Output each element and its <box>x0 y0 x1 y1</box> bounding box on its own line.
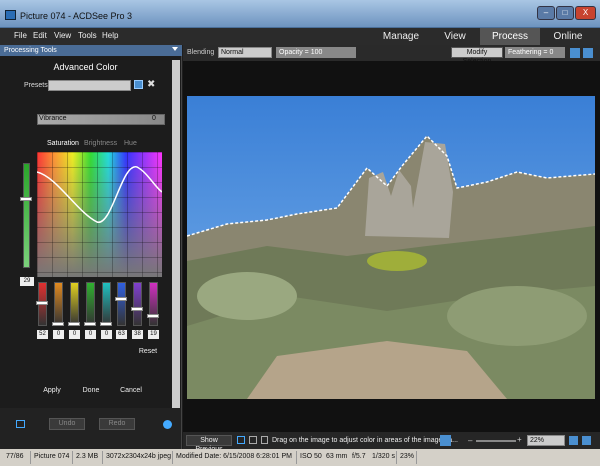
tab-hue[interactable]: Hue <box>124 140 137 147</box>
status-shutter: 1/320 s <box>372 453 395 460</box>
channel-knob-2[interactable] <box>68 322 80 326</box>
channel-slider-4[interactable] <box>102 282 111 326</box>
panel-options-icon[interactable] <box>16 420 25 428</box>
mode-view[interactable]: View <box>430 28 480 45</box>
status-filename: Picture 074 <box>34 453 70 460</box>
status-filesize: 2.3 MB <box>76 453 99 460</box>
channel-knob-6[interactable] <box>131 307 143 311</box>
reset-button[interactable]: Reset <box>133 347 163 358</box>
window-title: Picture 074 - ACDSee Pro 3 <box>20 11 133 21</box>
menu-help[interactable]: Help <box>102 31 118 40</box>
hand-icon[interactable] <box>261 436 268 444</box>
cancel-button[interactable]: Cancel <box>114 386 148 397</box>
vibrance-label: Vibrance <box>39 115 67 122</box>
zoom-out-icon[interactable]: – <box>468 436 472 445</box>
channel-slider-1[interactable] <box>54 282 63 326</box>
menu-edit[interactable]: Edit <box>33 31 47 40</box>
zoom-dropdown[interactable]: 22% <box>527 435 565 446</box>
presets-label: Presets <box>24 82 48 89</box>
crop-icon[interactable] <box>249 436 257 444</box>
channel-value-2[interactable]: 0 <box>69 330 80 339</box>
mode-process[interactable]: Process <box>480 28 540 45</box>
undo-button[interactable]: Undo <box>49 418 85 430</box>
help-icon[interactable] <box>163 420 172 429</box>
view-mode-icon[interactable] <box>569 436 578 445</box>
channel-value-0[interactable]: 52 <box>37 330 48 339</box>
vibrance-value: 0 <box>152 115 156 122</box>
master-slider-knob[interactable] <box>20 197 32 201</box>
mode-online[interactable]: Online <box>540 28 596 45</box>
menu-tools[interactable]: Tools <box>78 31 97 40</box>
app-icon <box>5 10 16 20</box>
status-index: 77/86 <box>6 453 24 460</box>
channel-slider-2[interactable] <box>70 282 79 326</box>
landscape-image <box>187 96 595 399</box>
saturation-curve[interactable] <box>37 152 162 277</box>
tab-brightness[interactable]: Brightness <box>84 140 117 147</box>
channel-knob-3[interactable] <box>84 322 96 326</box>
redo-button[interactable]: Redo <box>99 418 135 430</box>
status-modified: Modified Date: 6/15/2008 6:28:01 PM <box>176 453 292 460</box>
master-saturation-slider[interactable] <box>23 163 30 268</box>
eyedropper-icon[interactable] <box>237 436 245 444</box>
status-aperture: f/5.7 <box>352 453 366 460</box>
channel-slider-5[interactable] <box>117 282 126 326</box>
save-preset-icon[interactable] <box>134 80 143 89</box>
channel-knob-5[interactable] <box>115 297 127 301</box>
feathering-slider[interactable]: Feathering = 0 <box>505 47 565 58</box>
menu-file[interactable]: File <box>14 31 27 40</box>
master-value[interactable]: 29 <box>20 277 34 286</box>
presets-dropdown[interactable] <box>48 80 131 91</box>
channel-value-1[interactable]: 0 <box>53 330 64 339</box>
menu-view[interactable]: View <box>54 31 71 40</box>
close-button[interactable]: X <box>575 6 596 20</box>
channel-value-6[interactable]: 38 <box>132 330 143 339</box>
done-button[interactable]: Done <box>76 386 106 397</box>
channel-knob-0[interactable] <box>36 301 48 305</box>
status-iso: ISO 50 <box>300 453 322 460</box>
panel-title: Advanced Color <box>53 62 118 72</box>
chevron-down-icon[interactable] <box>172 47 178 51</box>
fit-icon[interactable] <box>440 435 451 446</box>
status-focal: 63 mm <box>326 453 348 460</box>
channel-knob-1[interactable] <box>52 322 64 326</box>
status-dimensions: 3072x2304x24b jpeg <box>106 453 172 460</box>
tab-saturation[interactable]: Saturation <box>47 140 79 147</box>
channel-knob-4[interactable] <box>100 322 112 326</box>
color-graph[interactable] <box>37 152 162 277</box>
maximize-button[interactable]: □ <box>556 6 574 20</box>
channel-slider-7[interactable] <box>149 282 158 326</box>
undo-redo-bar <box>0 408 181 449</box>
status-zoom: 23% <box>400 453 415 460</box>
channel-value-7[interactable]: 19 <box>148 330 159 339</box>
channel-value-3[interactable]: 0 <box>85 330 96 339</box>
channel-knob-7[interactable] <box>147 314 159 318</box>
toolbar-option-icon[interactable] <box>570 48 580 58</box>
channel-value-5[interactable]: 63 <box>116 330 127 339</box>
channel-slider-3[interactable] <box>86 282 95 326</box>
opacity-slider[interactable]: Opacity = 100 <box>276 47 356 58</box>
channel-slider-6[interactable] <box>133 282 142 326</box>
blending-dropdown[interactable]: Normal <box>218 47 272 58</box>
modify-selection-button[interactable]: Modify Selection <box>451 47 503 65</box>
zoom-slider[interactable] <box>476 440 516 442</box>
show-previous-button[interactable]: Show Previous <box>186 435 232 453</box>
fullscreen-icon[interactable] <box>582 436 591 445</box>
toolbar-option-icon-2[interactable] <box>583 48 593 58</box>
title-bar: Picture 074 - ACDSee Pro 3 – □ X <box>0 0 600 28</box>
mode-manage[interactable]: Manage <box>372 28 430 45</box>
apply-button[interactable]: Apply <box>37 386 67 397</box>
delete-preset-icon[interactable]: ✖ <box>147 79 155 90</box>
zoom-in-icon[interactable]: + <box>517 435 522 444</box>
panel-header: Processing Tools <box>0 45 182 56</box>
panel-scrollbar[interactable] <box>172 60 180 410</box>
minimize-button[interactable]: – <box>537 6 555 20</box>
hint-text: Drag on the image to adjust color in are… <box>272 437 458 444</box>
photo-preview[interactable] <box>187 96 595 399</box>
channel-value-4[interactable]: 0 <box>101 330 112 339</box>
blending-label: Blending <box>187 49 215 56</box>
